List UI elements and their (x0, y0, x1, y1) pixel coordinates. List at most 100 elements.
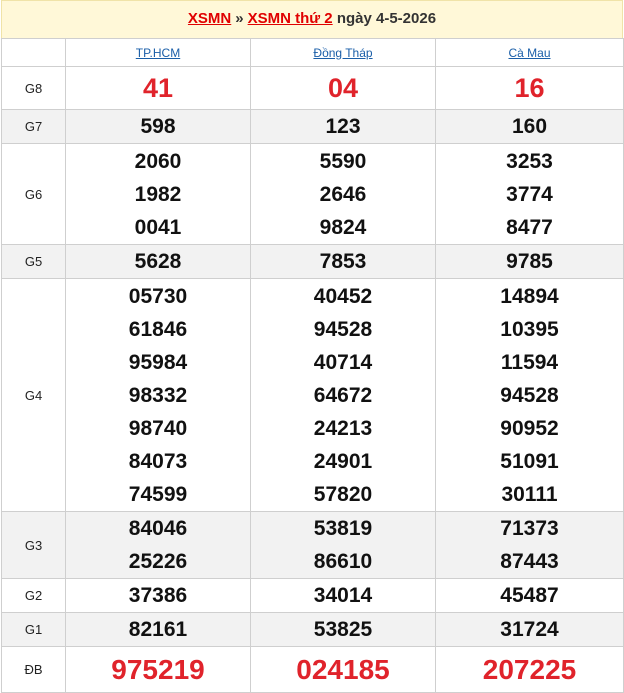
result-number: 30111 (501, 482, 558, 506)
result-cell: 45487 (435, 578, 624, 613)
province-cell: Đồng Tháp (250, 38, 436, 67)
prize-label: G8 (1, 66, 66, 110)
result-number: 87443 (500, 550, 559, 573)
result-number: 40714 (313, 350, 373, 374)
result-number: 123 (325, 115, 361, 138)
result-cell: 3253 3774 8477 (435, 143, 624, 245)
result-cell: 024185 (250, 646, 436, 693)
result-cell: 40452 94528 40714 64672 24213 24901 57820 (250, 278, 436, 512)
result-number: 975219 (111, 654, 205, 685)
result-cell: 84046 25226 (65, 511, 251, 579)
province-cell: Cà Mau (435, 38, 624, 67)
prize-row-g7: G7 598 123 160 (1, 109, 624, 144)
result-cell: 207225 (435, 646, 624, 693)
result-number: 34014 (313, 584, 373, 607)
result-number: 207225 (482, 654, 577, 685)
result-number: 90952 (500, 416, 559, 440)
prize-row-g8: G8 41 04 16 (1, 66, 624, 110)
result-number: 64672 (313, 383, 373, 407)
result-number: 86610 (313, 550, 373, 573)
result-cell: 53825 (250, 612, 436, 647)
result-number: 31724 (500, 618, 559, 641)
result-cell: 82161 (65, 612, 251, 647)
result-number: 74599 (128, 482, 188, 506)
result-cell: 34014 (250, 578, 436, 613)
province-link-dong-thap[interactable]: Đồng Tháp (313, 46, 372, 60)
province-link-ca-mau[interactable]: Cà Mau (508, 46, 550, 60)
result-cell: 160 (435, 109, 624, 144)
province-link-tphcm[interactable]: TP.HCM (136, 46, 180, 60)
corner-cell (1, 38, 66, 67)
result-cell: 04 (250, 66, 436, 110)
result-number: 10395 (500, 317, 559, 341)
result-number: 5590 (319, 149, 367, 173)
result-number: 7853 (319, 250, 367, 273)
result-cell: 31724 (435, 612, 624, 647)
prize-row-g4: G4 05730 61846 95984 98332 98740 84073 74599 404… (1, 278, 624, 512)
result-number: 25226 (128, 550, 188, 573)
result-number: 53819 (313, 517, 373, 540)
result-cell: 14894 10395 11594 94528 90952 51091 30111 (435, 278, 624, 512)
draw-date: ngày 4-5-2026 (336, 10, 437, 27)
result-cell: 37386 (65, 578, 251, 613)
result-cell: 16 (435, 66, 624, 110)
result-number: 5628 (134, 250, 182, 273)
xsmn-link[interactable]: XSMN (188, 10, 231, 27)
result-number: 51091 (500, 449, 559, 473)
province-cell: TP.HCM (65, 38, 251, 67)
result-cell: 9785 (435, 244, 624, 279)
result-number: 11594 (500, 350, 559, 374)
result-number: 05730 (128, 284, 188, 308)
result-number: 98740 (128, 416, 188, 440)
xsmn-weekday-link[interactable]: XSMN thứ 2 (248, 10, 333, 27)
result-number: 53825 (313, 618, 373, 641)
result-cell: 2060 1982 0041 (65, 143, 251, 245)
results-container: XSMN» XSMN thứ 2 ngày 4-5-2026 TP.HCM Đồn… (1, 0, 624, 693)
result-number: 9824 (319, 215, 367, 239)
result-number: 71373 (500, 517, 559, 540)
result-cell: 41 (65, 66, 251, 110)
result-number: 94528 (313, 317, 373, 341)
result-number: 2646 (319, 182, 367, 206)
results-table: TP.HCM Đồng Tháp Cà Mau G8 41 04 16 G7 598 123… (1, 38, 624, 693)
result-number: 160 (511, 115, 548, 138)
prize-row-g5: G5 5628 7853 9785 (1, 244, 624, 279)
prize-row-db: ĐB 975219 024185 207225 (1, 646, 624, 693)
prize-row-g2: G2 37386 34014 45487 (1, 578, 624, 613)
prize-label: G3 (1, 511, 66, 579)
result-number: 40452 (313, 284, 373, 308)
prize-row-g3: G3 84046 25226 53819 86610 71373 87443 (1, 511, 624, 579)
province-header-row: TP.HCM Đồng Tháp Cà Mau (1, 38, 624, 67)
result-number: 94528 (500, 383, 559, 407)
prize-label: G1 (1, 612, 66, 647)
result-number: 24213 (313, 416, 373, 440)
result-number: 84046 (128, 517, 188, 540)
result-cell: 05730 61846 95984 98332 98740 84073 74599 (65, 278, 251, 512)
result-number: 24901 (313, 449, 373, 473)
result-cell: 5590 2646 9824 (250, 143, 436, 245)
prize-row-g6: G6 2060 1982 0041 5590 2646 9824 3253 3774 8477 (1, 143, 624, 245)
result-number: 8477 (506, 215, 553, 239)
result-number: 9785 (506, 250, 553, 273)
result-cell: 123 (250, 109, 436, 144)
result-number: 57820 (313, 482, 373, 506)
result-cell: 598 (65, 109, 251, 144)
prize-row-g1: G1 82161 53825 31724 (1, 612, 624, 647)
result-number: 0041 (134, 215, 182, 239)
prize-label: G7 (1, 109, 66, 144)
result-number: 16 (514, 73, 545, 103)
breadcrumb-separator: » (235, 10, 244, 27)
result-number: 95984 (128, 350, 188, 374)
prize-label: ĐB (1, 646, 66, 693)
result-number: 2060 (134, 149, 182, 173)
result-cell: 71373 87443 (435, 511, 624, 579)
prize-label: G4 (1, 278, 66, 512)
result-cell: 975219 (65, 646, 251, 693)
prize-label: G5 (1, 244, 66, 279)
result-number: 024185 (296, 654, 390, 685)
page-title: XSMN» XSMN thứ 2 ngày 4-5-2026 (1, 0, 623, 38)
result-number: 61846 (128, 317, 188, 341)
result-cell: 5628 (65, 244, 251, 279)
prize-label: G2 (1, 578, 66, 613)
result-number: 45487 (500, 584, 559, 607)
